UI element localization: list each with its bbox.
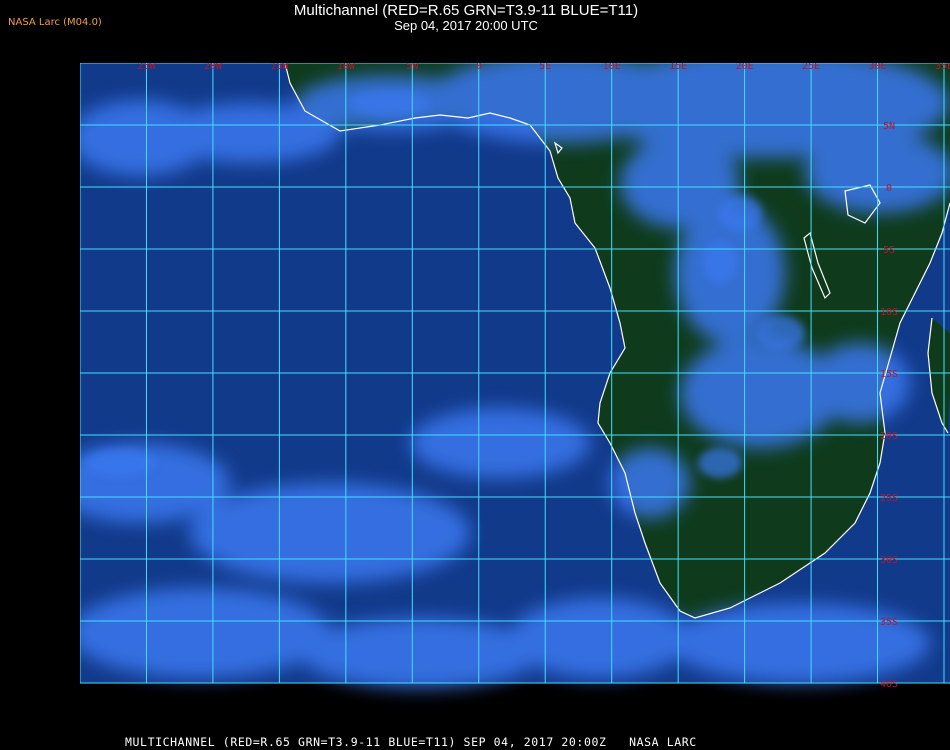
latitude-label: 20S	[880, 431, 898, 442]
longitude-label: 20W	[204, 63, 223, 72]
footer-caption: MULTICHANNEL (RED=R.65 GRN=T3.9-11 BLUE=…	[125, 735, 697, 749]
image-title: Multichannel (RED=R.65 GRN=T3.9-11 BLUE=…	[293, 2, 639, 19]
longitude-label: 35E	[935, 63, 950, 72]
latitude-label: 30S	[880, 555, 898, 566]
longitude-label: 10W	[337, 63, 356, 72]
latitude-label: 5S	[883, 245, 895, 256]
longitude-label: 30E	[869, 63, 887, 72]
longitude-label: 15E	[669, 63, 687, 72]
longitude-label: 20E	[736, 63, 754, 72]
latitude-label: 15S	[880, 369, 898, 380]
longitude-label: 25E	[802, 63, 820, 72]
longitude-label: 25W	[137, 63, 156, 72]
latitude-label: 0	[886, 183, 892, 194]
longitude-label: 5E	[539, 63, 551, 72]
latitude-label: 25S	[880, 493, 898, 504]
latitude-label: 10S	[880, 307, 898, 318]
longitude-label: 5W	[406, 63, 419, 72]
image-bottom-margin	[80, 683, 950, 726]
latitude-label: 40S	[880, 679, 898, 690]
image-timestamp: Sep 04, 2017 20:00 UTC	[394, 18, 538, 33]
satellite-map[interactable]: 25W 20W 15W 10W 5W 0 5E 10E 15E 20E 25E 30E 35E 5N 0 5S…	[80, 63, 950, 726]
latitude-label: 35S	[880, 617, 898, 628]
longitude-label: 10E	[603, 63, 621, 72]
latitude-label: 5N	[883, 121, 895, 132]
longitude-label: 0	[476, 63, 482, 72]
longitude-label: 15W	[270, 63, 289, 72]
